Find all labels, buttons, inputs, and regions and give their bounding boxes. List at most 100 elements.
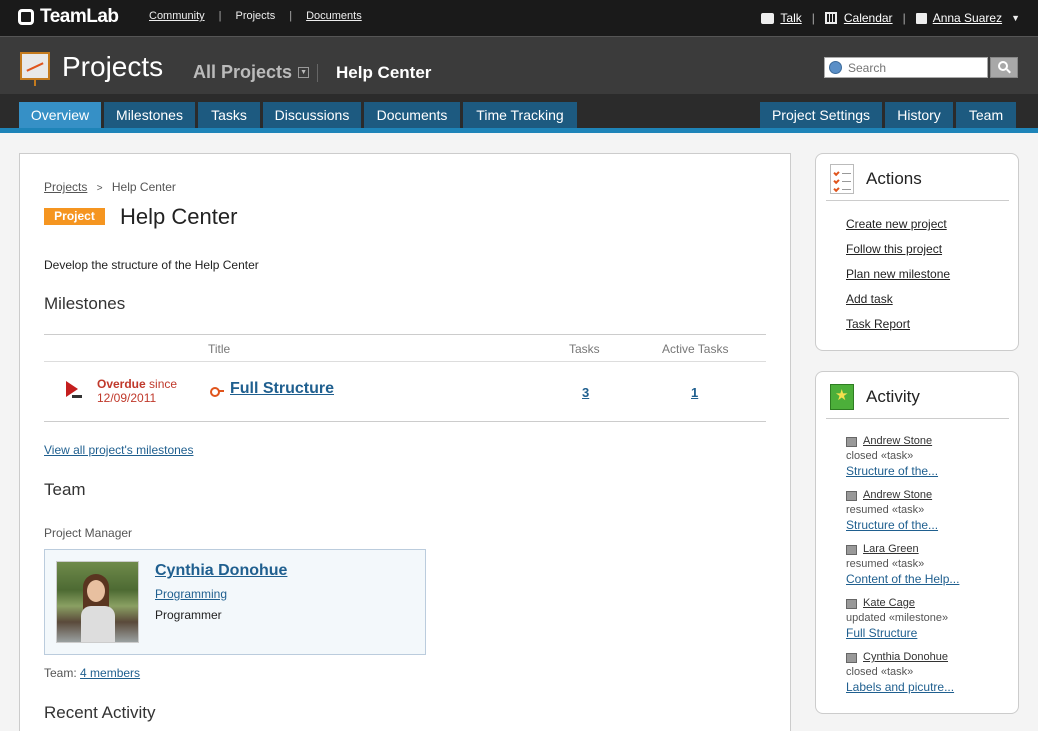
breadcrumb: Projects > Help Center (44, 180, 176, 194)
talk-link[interactable]: Talk (780, 11, 801, 25)
current-project-title: Help Center (336, 63, 432, 82)
project-manager-name-link[interactable]: Cynthia Donohue (155, 562, 287, 580)
nav-separator: | (811, 11, 815, 25)
user-icon (846, 598, 857, 609)
top-right-menu: Talk | Calendar | Anna Suarez ▼ (761, 11, 1020, 25)
milestone-status-label: Overdue (97, 377, 146, 391)
column-header-active-tasks: Active Tasks (662, 342, 729, 356)
user-menu-link[interactable]: Anna Suarez (933, 11, 1002, 25)
activity-action: resumed «task» (846, 558, 925, 570)
main-content: Projects > Help Center Project Help Cent… (19, 153, 791, 731)
activity-subject-link[interactable]: Full Structure (846, 626, 917, 640)
project-manager-card: Cynthia Donohue Programming Programmer (44, 549, 426, 655)
activity-user-link[interactable]: Andrew Stone (863, 488, 932, 503)
column-header-tasks: Tasks (569, 342, 600, 356)
module-title: Projects (62, 51, 164, 82)
activity-panel: Activity Andrew Stone closed «task» Stru… (815, 371, 1019, 714)
actions-title: Actions (866, 169, 922, 188)
teamlab-logo[interactable]: TeamLab (18, 6, 119, 28)
tab-overview[interactable]: Overview (19, 102, 101, 128)
team-summary: Team: 4 members (44, 666, 140, 680)
milestone-title-link[interactable]: Full Structure (230, 380, 334, 398)
tab-project-settings[interactable]: Project Settings (760, 102, 882, 128)
tab-documents[interactable]: Documents (364, 102, 460, 128)
page-title: Help Center (120, 204, 238, 229)
activity-item: Kate Cage updated «milestone» Full Struc… (846, 596, 948, 642)
search-input[interactable] (848, 60, 978, 75)
activity-user-link[interactable]: Cynthia Donohue (863, 650, 948, 665)
activity-subject-link[interactable]: Structure of the... (846, 518, 938, 532)
activity-subject-link[interactable]: Labels and picutre... (846, 680, 954, 694)
key-icon (210, 387, 224, 397)
view-all-milestones-link[interactable]: View all project's milestones (44, 443, 193, 457)
add-task-link[interactable]: Add task (846, 292, 893, 306)
globe-icon (829, 61, 842, 74)
user-icon (846, 652, 857, 663)
tab-tasks[interactable]: Tasks (198, 102, 260, 128)
recent-activity-heading: Recent Activity (44, 703, 156, 722)
panel-divider (826, 200, 1009, 201)
all-projects-dropdown[interactable]: All Projects ▼ (193, 62, 310, 83)
milestones-heading: Milestones (44, 294, 126, 313)
task-report-link[interactable]: Task Report (846, 317, 910, 331)
header-divider (317, 64, 318, 82)
tab-history[interactable]: History (885, 102, 953, 128)
tab-milestones[interactable]: Milestones (104, 102, 195, 128)
star-icon (830, 384, 854, 410)
nav-documents-link[interactable]: Documents (306, 10, 362, 22)
module-header: Projects All Projects ▼ Help Center (0, 36, 1038, 94)
nav-community-link[interactable]: Community (149, 10, 205, 22)
activity-user-link[interactable]: Lara Green (863, 542, 919, 557)
follow-project-link[interactable]: Follow this project (846, 242, 942, 256)
activity-user-link[interactable]: Kate Cage (863, 596, 915, 611)
milestone-active-tasks-link[interactable]: 1 (691, 385, 698, 400)
nav-separator: | (289, 10, 293, 22)
search-button[interactable] (990, 57, 1018, 78)
calendar-link[interactable]: Calendar (844, 11, 893, 25)
activity-action: updated «milestone» (846, 612, 949, 624)
user-icon (846, 436, 857, 447)
logo-text: TeamLab (40, 6, 119, 27)
projects-module-icon (20, 52, 50, 86)
calendar-icon (824, 12, 837, 24)
activity-item: Lara Green resumed «task» Content of the… (846, 542, 959, 588)
milestone-status: Overdue since 12/09/2011 (97, 377, 177, 405)
nav-projects-link[interactable]: Projects (235, 10, 275, 22)
talk-icon (761, 12, 775, 24)
column-header-title: Title (208, 342, 231, 356)
activity-action: closed «task» (846, 450, 914, 462)
activity-item: Andrew Stone closed «task» Structure of … (846, 434, 938, 480)
all-projects-label: All Projects (193, 62, 293, 82)
tab-time-tracking[interactable]: Time Tracking (463, 102, 577, 128)
actions-panel: Actions Create new project Follow this p… (815, 153, 1019, 351)
panel-divider (826, 418, 1009, 419)
top-bar: TeamLab Community | Projects | Documents… (0, 0, 1038, 36)
activity-subject-link[interactable]: Content of the Help... (846, 572, 959, 586)
activity-action: closed «task» (846, 666, 914, 678)
teamlab-logo-icon (18, 9, 34, 25)
top-nav: Community | Projects | Documents (149, 10, 362, 22)
activity-item: Andrew Stone resumed «task» Structure of… (846, 488, 938, 534)
project-manager-role: Programmer (155, 608, 222, 622)
create-new-project-link[interactable]: Create new project (846, 217, 947, 231)
tab-discussions[interactable]: Discussions (263, 102, 361, 128)
user-menu-caret-icon[interactable]: ▼ (1011, 13, 1020, 23)
user-icon (915, 12, 927, 24)
avatar[interactable] (56, 561, 139, 643)
project-badge: Project (44, 208, 105, 225)
breadcrumb-projects-link[interactable]: Projects (44, 180, 87, 194)
breadcrumb-current: Help Center (111, 180, 176, 194)
plan-new-milestone-link[interactable]: Plan new milestone (846, 267, 950, 281)
team-members-link[interactable]: 4 members (80, 666, 140, 680)
milestone-date: 12/09/2011 (97, 391, 157, 405)
nav-separator: | (218, 10, 222, 22)
table-header-divider (44, 361, 766, 362)
activity-user-link[interactable]: Andrew Stone (863, 434, 932, 449)
team-label: Team: (44, 666, 77, 680)
activity-subject-link[interactable]: Structure of the... (846, 464, 938, 478)
tab-team[interactable]: Team (956, 102, 1016, 128)
project-manager-department-link[interactable]: Programming (155, 587, 227, 601)
user-icon (846, 544, 857, 555)
activity-item: Cynthia Donohue closed «task» Labels and… (846, 650, 954, 696)
milestone-tasks-count-link[interactable]: 3 (582, 385, 589, 400)
